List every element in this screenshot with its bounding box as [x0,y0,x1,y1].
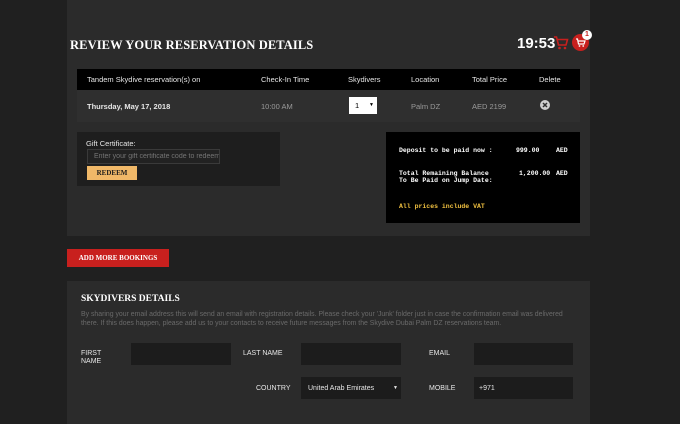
mobile-label: MOBILE [429,385,456,392]
balance-label: Total Remaining Balance To Be Paid on Ju… [399,170,493,184]
header-reservation: Tandem Skydive reservation(s) on [87,75,201,84]
reservation-table-header: Tandem Skydive reservation(s) on Check-I… [77,69,580,90]
skydivers-value: 1 [355,101,360,110]
booking-date: Thursday, May 17, 2018 [87,102,171,111]
first-name-field[interactable] [131,343,231,365]
skydivers-select[interactable]: 1 ▼ [349,97,377,114]
vat-note: All prices include VAT [399,203,485,210]
close-icon [542,102,548,108]
countdown-timer: 19:53 [517,35,556,52]
header-checkin: Check-In Time [261,75,310,84]
delete-booking-button[interactable] [540,100,550,110]
skydivers-title: SKYDIVERS DETAILS [81,294,180,304]
booking-price: AED 2199 [472,102,507,111]
mobile-field[interactable]: +971 [474,377,573,399]
payment-summary: Deposit to be paid now : 999.00 AED Tota… [386,132,580,223]
table-row: Thursday, May 17, 2018 10:00 AM 1 ▼ Palm… [77,90,580,122]
redeem-button[interactable]: REDEEM [87,166,137,180]
last-name-field[interactable] [301,343,401,365]
country-label: COUNTRY [256,385,291,392]
deposit-label: Deposit to be paid now : [399,147,493,154]
skydivers-panel: SKYDIVERS DETAILS By sharing your email … [67,281,590,424]
last-name-label: LAST NAME [243,350,283,357]
email-field[interactable] [474,343,573,365]
first-name-label: FIRST NAME [81,350,102,365]
balance-amount: 1,200.00 [519,170,551,177]
reservation-panel: REVIEW YOUR RESERVATION DETAILS 19:53 1 … [67,0,592,236]
deposit-currency: AED [556,147,568,154]
booking-location: Palm DZ [411,102,441,111]
cart-icon[interactable] [553,35,569,51]
chevron-down-icon: ▼ [369,102,374,108]
gift-certificate-input[interactable] [87,149,220,164]
cart-count-badge: 1 [582,30,592,40]
balance-currency: AED [556,170,568,177]
gift-certificate-box: Gift Certificate: REDEEM [77,132,280,186]
country-select[interactable]: United Arab Emirates ▼ [301,377,401,399]
header-location: Location [411,75,440,84]
header-delete: Delete [539,75,561,84]
gift-certificate-label: Gift Certificate: [86,139,136,148]
country-value: United Arab Emirates [308,385,375,392]
mobile-value: +971 [479,385,495,392]
booking-time: 10:00 AM [261,102,293,111]
email-notice: By sharing your email address this will … [81,311,563,327]
header-skydivers: Skydivers [348,75,381,84]
reservation-title: REVIEW YOUR RESERVATION DETAILS [70,38,314,52]
email-label: EMAIL [429,350,451,357]
deposit-amount: 999.00 [516,147,540,154]
add-more-bookings-button[interactable]: ADD MORE BOOKINGS [67,249,169,267]
chevron-down-icon: ▼ [393,385,398,391]
header-total-price: Total Price [472,75,508,84]
